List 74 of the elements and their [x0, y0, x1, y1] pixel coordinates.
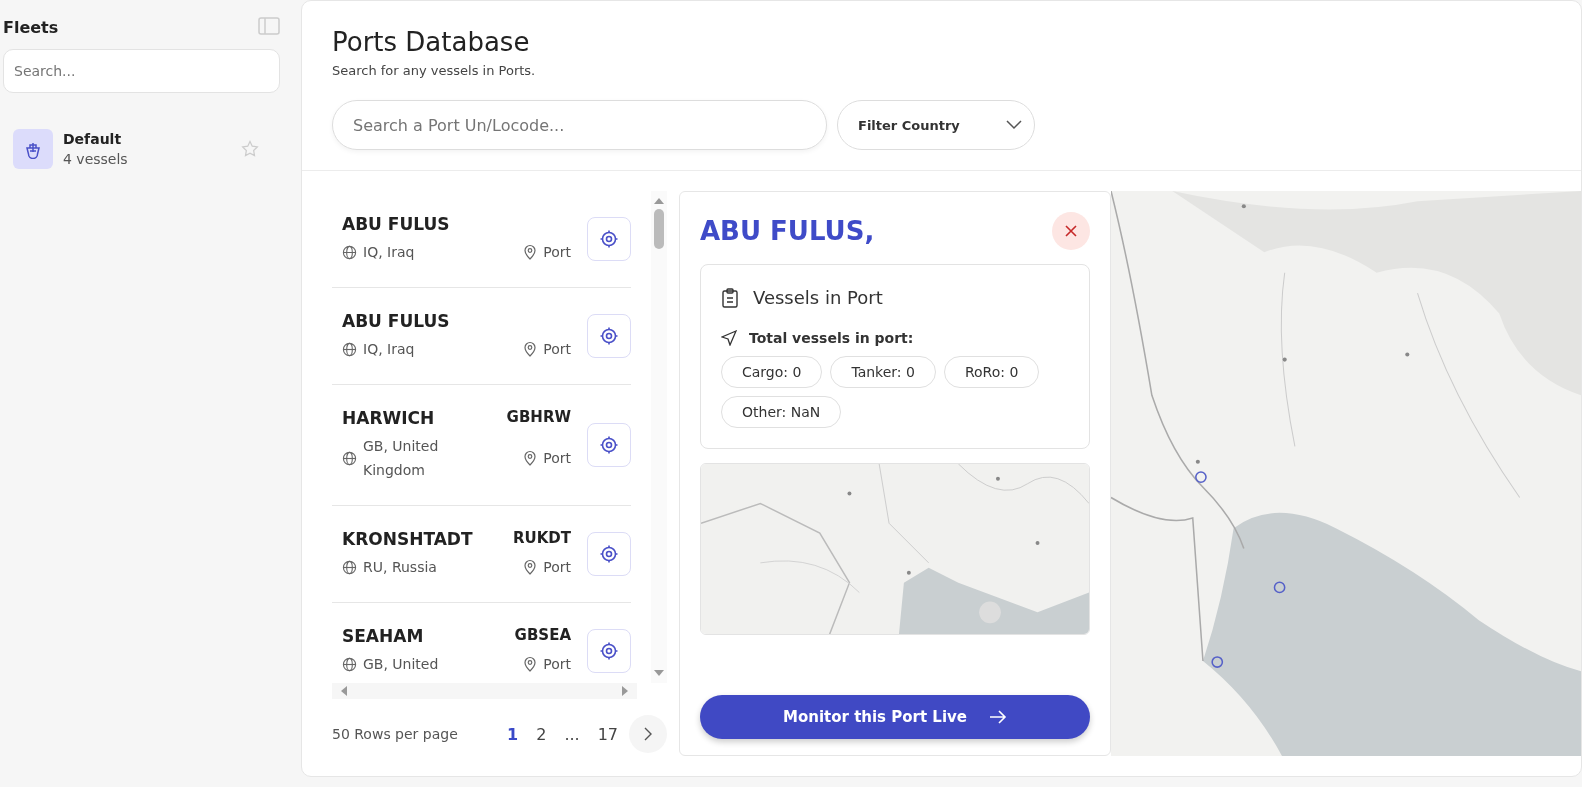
total-label: Total vessels in port:	[749, 330, 914, 346]
scrollbar-thumb[interactable]	[654, 209, 664, 249]
sidebar-title: Fleets	[3, 17, 59, 37]
country-filter-dropdown[interactable]: Filter Country	[837, 100, 1035, 150]
globe-icon	[342, 450, 357, 466]
page-link[interactable]: 1	[500, 724, 526, 744]
crosshair-icon	[599, 326, 619, 346]
card-title: Vessels in Port	[753, 287, 883, 308]
fleet-item[interactable]: Default 4 vessels	[3, 129, 280, 169]
port-code: RUKDT	[512, 529, 571, 549]
globe-icon	[342, 244, 357, 260]
port-type: Port	[543, 341, 571, 357]
sidebar-toggle-icon[interactable]	[258, 16, 280, 35]
ship-icon	[13, 129, 53, 169]
port-country: GB, United	[363, 655, 439, 674]
locate-button[interactable]	[587, 629, 631, 673]
port-name: KRONSHTADT	[342, 529, 473, 549]
crosshair-icon	[599, 544, 619, 564]
globe-icon	[342, 656, 357, 672]
vertical-scrollbar[interactable]	[651, 191, 667, 683]
crosshair-icon	[599, 435, 619, 455]
scroll-left-icon[interactable]	[340, 685, 348, 697]
chevron-down-icon	[1006, 120, 1022, 130]
port-name: ABU FULUS	[342, 311, 450, 331]
port-country: GB, United Kingdom	[363, 437, 440, 480]
port-type: Port	[543, 450, 571, 466]
globe-icon	[342, 341, 357, 357]
clipboard-icon	[721, 287, 739, 308]
page-link[interactable]: 17	[590, 724, 625, 744]
close-icon	[1065, 225, 1077, 237]
port-type: Port	[543, 656, 571, 672]
horizontal-scrollbar[interactable]	[332, 683, 637, 699]
crosshair-icon	[599, 229, 619, 249]
monitor-port-button[interactable]: Monitor this Port Live	[700, 695, 1090, 739]
scroll-right-icon[interactable]	[621, 685, 629, 697]
location-pin-icon	[523, 450, 538, 466]
port-search-field[interactable]: Search a Port Un/Locode...	[332, 100, 827, 150]
location-pin-icon	[523, 341, 538, 357]
scroll-up-icon[interactable]	[653, 197, 665, 205]
location-pin-icon	[523, 656, 538, 672]
locate-button[interactable]	[587, 532, 631, 576]
vessel-count: 4 vessels	[63, 151, 129, 167]
location-pin-icon	[523, 244, 538, 260]
port-type: Port	[543, 559, 571, 575]
port-name: SEAHAM	[342, 626, 424, 646]
page-link[interactable]: ...	[557, 724, 587, 744]
navigation-arrow-icon	[721, 330, 737, 346]
star-icon[interactable]	[240, 139, 260, 159]
scroll-down-icon[interactable]	[653, 669, 665, 677]
page-link[interactable]: 2	[529, 724, 554, 744]
globe-icon	[342, 559, 357, 575]
location-pin-icon	[523, 559, 538, 575]
port-title: ABU FULUS,	[700, 216, 875, 246]
port-country: IQ, Iraq	[363, 340, 415, 359]
port-country: IQ, Iraq	[363, 243, 415, 262]
fleet-name: Default	[63, 131, 123, 147]
locate-button[interactable]	[587, 423, 631, 467]
port-code: GBSEA	[514, 626, 571, 646]
chevron-right-icon	[644, 727, 652, 741]
close-button[interactable]	[1052, 212, 1090, 250]
rows-per-page: 50 Rows per page	[332, 726, 458, 742]
locate-button[interactable]	[587, 217, 631, 261]
locate-button[interactable]	[587, 314, 631, 358]
port-type: Port	[543, 244, 571, 260]
port-country: RU, Russia	[363, 558, 437, 577]
crosshair-icon	[599, 641, 619, 661]
page-subtitle: Search for any vessels in Ports.	[332, 63, 537, 78]
search-field[interactable]: Search...	[3, 49, 280, 93]
port-name: HARWICH	[342, 408, 435, 428]
page-title: Ports Database	[332, 27, 531, 57]
arrow-right-icon	[989, 710, 1007, 724]
port-code: GBHRW	[506, 408, 571, 428]
port-name: ABU FULUS	[342, 214, 450, 234]
next-page-button[interactable]	[629, 715, 667, 753]
